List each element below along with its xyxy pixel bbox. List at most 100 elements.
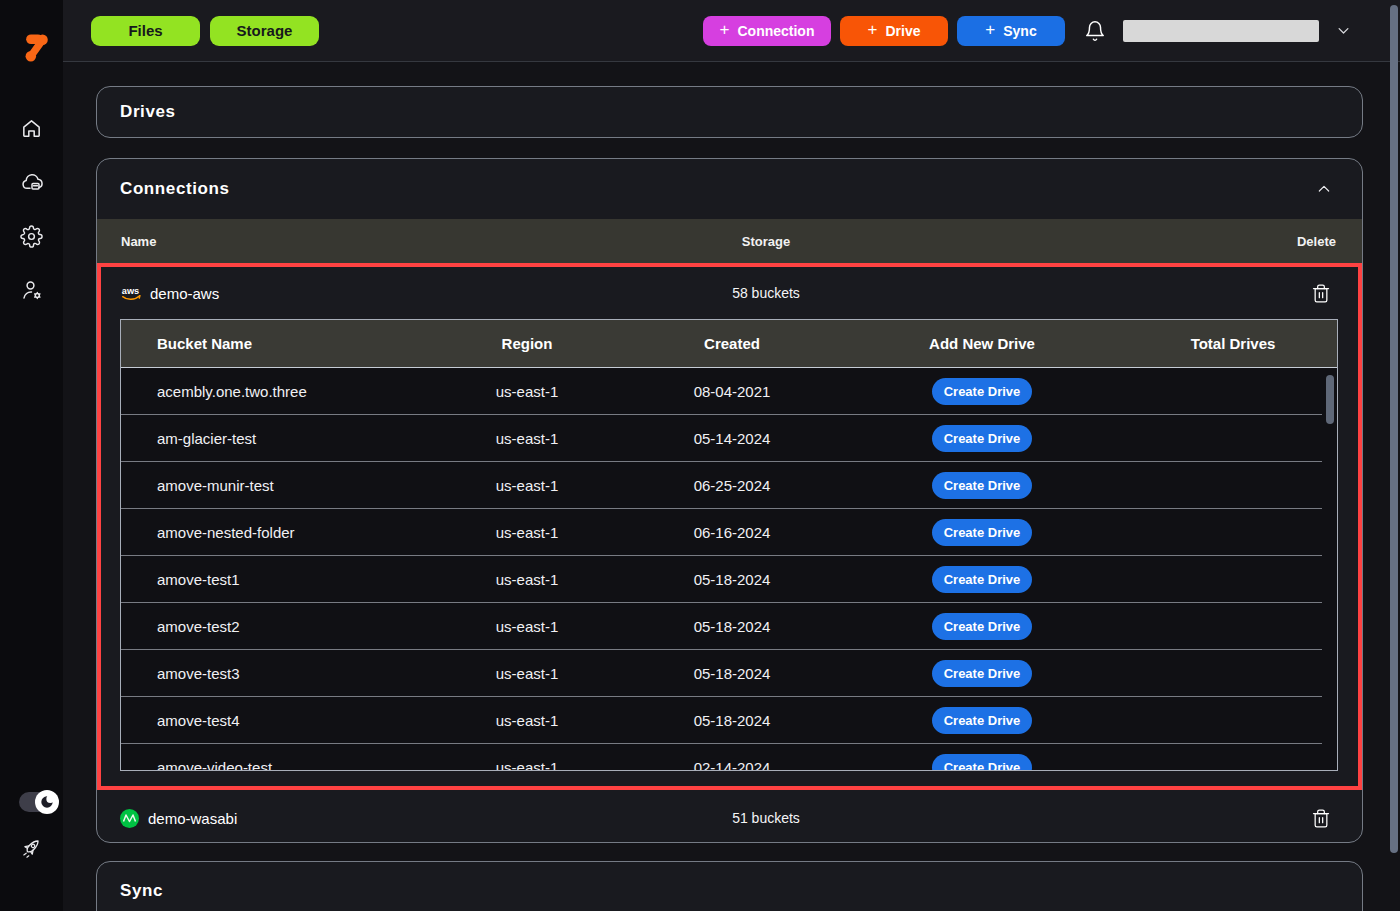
connections-panel: Connections Name Storage Delete aws [96,158,1363,843]
bucket-created: 06-16-2024 [652,524,812,541]
bucket-created: 05-14-2024 [652,430,812,447]
bucket-row: amove-test2 us-east-1 05-18-2024 Create … [121,603,1337,650]
create-drive-button[interactable]: Create Drive [932,378,1032,405]
create-drive-button[interactable]: Create Drive [932,566,1032,593]
buckets-table-header: Bucket Name Region Created Add New Drive… [121,320,1337,368]
column-header-total-drives: Total Drives [1152,335,1338,352]
main-area: Files Storage +Connection +Drive +Sync D… [63,0,1400,911]
bucket-name: am-glacier-test [121,430,402,447]
buckets-scrollbar-thumb[interactable] [1326,375,1334,424]
bucket-name: amove-test4 [121,712,402,729]
bucket-row: amove-test3 us-east-1 05-18-2024 Create … [121,650,1337,697]
bucket-region: us-east-1 [402,618,652,635]
content: Drives Connections Name Storage Delete [63,62,1400,911]
sidebar-nav [20,116,44,302]
topbar-right: +Connection +Drive +Sync [694,16,1351,46]
bucket-row: am-glacier-test us-east-1 05-14-2024 Cre… [121,415,1337,462]
connection-storage: 51 buckets [616,810,916,826]
plus-icon: + [720,20,730,40]
create-drive-button[interactable]: Create Drive [932,754,1032,771]
files-button[interactable]: Files [91,16,200,46]
bucket-created: 05-18-2024 [652,571,812,588]
settings-gear-icon[interactable] [20,224,44,248]
aws-icon: aws [119,284,143,302]
bucket-name: amove-nested-folder [121,524,402,541]
cloud-storage-icon[interactable] [20,170,44,194]
drives-panel-title: Drives [120,102,176,122]
page-scrollbar-thumb[interactable] [1390,5,1398,853]
column-header-delete: Delete [916,234,1362,249]
create-drive-button[interactable]: Create Drive [932,707,1032,734]
create-drive-button[interactable]: Create Drive [932,519,1032,546]
notification-bell-icon[interactable] [1084,19,1106,43]
storage-button[interactable]: Storage [210,16,319,46]
bucket-region: us-east-1 [402,524,652,541]
bucket-region: us-east-1 [402,430,652,447]
bucket-row: amove-nested-folder us-east-1 06-16-2024… [121,509,1337,556]
bucket-created: 05-18-2024 [652,712,812,729]
user-name-placeholder[interactable] [1123,20,1319,42]
connections-panel-header[interactable]: Connections [97,159,1362,219]
delete-trash-icon[interactable] [1311,283,1331,304]
topbar: Files Storage +Connection +Drive +Sync [63,0,1400,62]
column-header-add-new-drive: Add New Drive [812,335,1152,352]
dark-mode-toggle[interactable] [19,792,57,812]
create-drive-button[interactable]: Create Drive [932,660,1032,687]
bucket-row: acembly.one.two.three us-east-1 08-04-20… [121,368,1337,415]
column-header-bucket-name: Bucket Name [121,335,402,352]
bucket-row: amove-munir-test us-east-1 06-25-2024 Cr… [121,462,1337,509]
delete-trash-icon[interactable] [1311,808,1331,829]
page-scrollbar[interactable] [1390,0,1398,911]
bucket-region: us-east-1 [402,759,652,771]
selected-connection-highlight: aws demo-aws 58 buckets [97,263,1362,790]
add-drive-button[interactable]: +Drive [840,16,948,46]
bucket-created: 02-14-2024 [652,759,812,771]
bucket-created: 08-04-2021 [652,383,812,400]
chevron-up-icon[interactable] [1316,181,1332,197]
add-connection-button[interactable]: +Connection [703,16,831,46]
chevron-down-icon[interactable] [1336,23,1351,38]
sidebar [0,0,63,911]
bucket-name: amove-test2 [121,618,402,635]
bucket-created: 06-25-2024 [652,477,812,494]
wasabi-icon [119,808,140,829]
bucket-region: us-east-1 [402,665,652,682]
column-header-region: Region [402,335,652,352]
create-drive-button[interactable]: Create Drive [932,613,1032,640]
bucket-created: 05-18-2024 [652,618,812,635]
connection-name: demo-aws [150,285,219,302]
user-settings-icon[interactable] [20,278,44,302]
sync-panel-title: Sync [120,881,1362,901]
bucket-region: us-east-1 [402,383,652,400]
connection-storage: 58 buckets [616,285,916,301]
sidebar-bottom [6,792,57,860]
plus-icon: + [985,20,995,40]
bucket-region: us-east-1 [402,571,652,588]
create-drive-button[interactable]: Create Drive [932,425,1032,452]
bucket-region: us-east-1 [402,477,652,494]
rocket-icon[interactable] [20,836,44,860]
bucket-region: us-east-1 [402,712,652,729]
connections-table-header: Name Storage Delete [97,219,1362,263]
create-drive-button[interactable]: Create Drive [932,472,1032,499]
drives-panel[interactable]: Drives [96,86,1363,138]
bucket-row: amove-test1 us-east-1 05-18-2024 Create … [121,556,1337,603]
bucket-row: amove-test4 us-east-1 05-18-2024 Create … [121,697,1337,744]
home-icon[interactable] [20,116,44,140]
bucket-name: amove-test1 [121,571,402,588]
bucket-created: 05-18-2024 [652,665,812,682]
buckets-table: Bucket Name Region Created Add New Drive… [120,319,1338,771]
add-sync-button[interactable]: +Sync [957,16,1065,46]
connection-row-demo-aws[interactable]: aws demo-aws 58 buckets [101,267,1358,319]
bucket-name: amove-video-test [121,759,402,771]
column-header-name: Name [97,234,616,249]
svg-text:aws: aws [122,286,139,296]
moon-icon [35,790,59,814]
plus-icon: + [868,20,878,40]
connection-row-demo-wasabi[interactable]: demo-wasabi 51 buckets [97,790,1362,843]
connection-name: demo-wasabi [148,810,237,827]
bucket-name: amove-test3 [121,665,402,682]
sync-panel[interactable]: Sync [96,861,1363,911]
amove-logo[interactable] [25,33,49,63]
bucket-row: amove-video-test us-east-1 02-14-2024 Cr… [121,744,1337,771]
